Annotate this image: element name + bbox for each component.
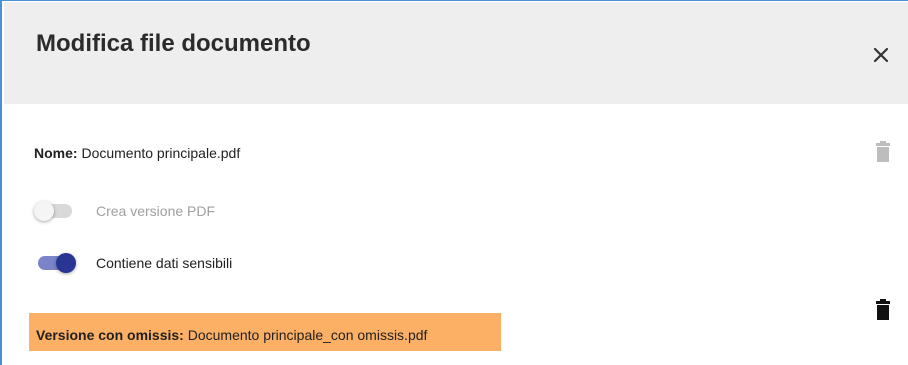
pdf-version-toggle[interactable] [34,201,76,221]
toggle-thumb [56,253,76,273]
sensitive-data-toggle[interactable] [34,253,76,273]
omissis-value: Documento principale_con omissis.pdf [187,327,428,343]
edit-file-dialog: Modifica file documento Nome: Documento … [0,0,908,365]
trash-icon [876,141,890,162]
dialog-header: Modifica file documento [4,2,908,104]
toggle-thumb [34,201,54,221]
omissis-version-row: Versione con omissis: Documento principa… [29,313,501,351]
delete-omissis-button[interactable] [874,299,892,321]
delete-file-button[interactable] [874,141,892,163]
file-name-value: Documento principale.pdf [81,145,241,161]
dialog-title: Modifica file documento [36,30,311,57]
file-name-row: Nome: Documento principale.pdf [34,145,240,161]
sensitive-data-row: Contiene dati sensibili [34,253,232,273]
close-icon [873,47,889,63]
omissis-label: Versione con omissis: [36,327,184,343]
pdf-version-row: Crea versione PDF [34,201,215,221]
pdf-version-label: Crea versione PDF [96,203,216,219]
close-button[interactable] [870,44,892,66]
sensitive-data-label: Contiene dati sensibili [96,255,233,271]
file-name-label: Nome: [34,145,78,161]
trash-icon [876,299,890,320]
